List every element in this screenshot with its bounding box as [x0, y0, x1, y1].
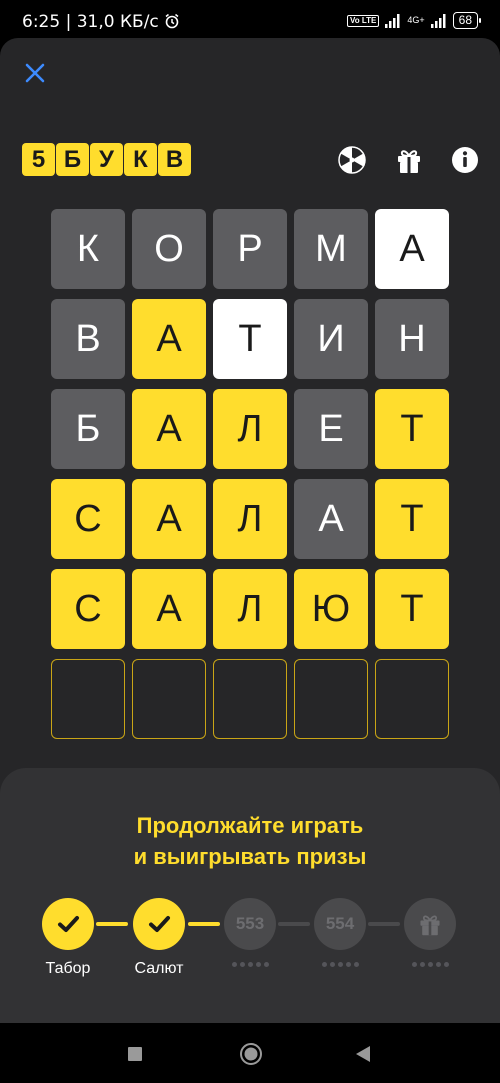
letter-tile: Т — [375, 389, 449, 469]
letter-tile: Б — [51, 389, 125, 469]
empty-tile — [213, 659, 287, 739]
step-dots — [404, 962, 456, 967]
letter-tile: А — [132, 569, 206, 649]
letter-tile: А — [375, 209, 449, 289]
check-icon — [58, 916, 79, 932]
empty-tile — [294, 659, 368, 739]
logo-letter: К — [124, 143, 157, 176]
step-node-553: 553 — [224, 898, 276, 950]
back-icon — [356, 1046, 370, 1062]
letter-tile: И — [294, 299, 368, 379]
gift-icon — [420, 915, 440, 936]
home-icon — [240, 1043, 262, 1065]
letter-tile: Т — [375, 569, 449, 649]
letter-tile: Т — [213, 299, 287, 379]
letter-tile: А — [132, 479, 206, 559]
status-time-speed: 6:25 | 31,0 КБ/с — [22, 12, 180, 32]
step-dots — [314, 962, 366, 967]
logo-letter: У — [90, 143, 123, 176]
empty-tile — [132, 659, 206, 739]
wheel-button[interactable] — [337, 145, 367, 175]
volte-badge: Vo LTE — [347, 14, 380, 27]
logo-letter: Б — [56, 143, 89, 176]
info-icon — [452, 147, 478, 173]
letter-tile: О — [132, 209, 206, 289]
step-number: 553 — [235, 914, 265, 933]
step-number: 554 — [325, 914, 355, 933]
system-nav-bar — [0, 1023, 500, 1083]
signal-icon-2 — [430, 13, 446, 28]
progress-link — [188, 922, 220, 926]
letter-tile: М — [294, 209, 368, 289]
sheet-title: Продолжайте играть и выигрывать призы — [0, 810, 500, 872]
recent-apps-icon — [128, 1047, 142, 1061]
status-time-text: 6:25 | 31,0 КБ/с — [22, 12, 159, 32]
sheet-title-line1: Продолжайте играть — [136, 813, 364, 838]
step-dots — [224, 962, 276, 967]
logo-letter: 5 — [22, 143, 55, 176]
home-button[interactable] — [239, 1042, 263, 1071]
gift-icon — [398, 150, 420, 173]
status-indicators: Vo LTE 4G+ 68 — [347, 12, 482, 29]
letter-tile: Т — [375, 479, 449, 559]
alarm-icon — [165, 13, 179, 29]
step-label: Табор — [45, 960, 91, 977]
letter-tile: Р — [213, 209, 287, 289]
letter-tile: А — [132, 389, 206, 469]
step-node-salyut[interactable] — [133, 898, 185, 950]
letter-tile: С — [51, 479, 125, 559]
letter-tile: К — [51, 209, 125, 289]
info-button[interactable] — [450, 145, 480, 175]
close-icon — [25, 63, 45, 83]
status-bar: 6:25 | 31,0 КБ/с Vo LTE 4G+ 68 — [0, 0, 500, 40]
letter-tile: Н — [375, 299, 449, 379]
progress-link — [278, 922, 310, 926]
gift-button[interactable] — [394, 145, 424, 175]
sheet-title-line2: и выигрывать призы — [133, 844, 367, 869]
logo-letter: В — [158, 143, 191, 176]
step-node-gift — [404, 898, 456, 950]
empty-tile — [51, 659, 125, 739]
letter-tile: Л — [213, 479, 287, 559]
progress-track: Табор Салют 553 554 — [0, 898, 500, 1008]
letter-tile: Ю — [294, 569, 368, 649]
battery-indicator: 68 — [452, 12, 482, 29]
network-type: 4G+ — [407, 15, 425, 25]
recent-apps-button[interactable] — [128, 1047, 142, 1066]
signal-icon — [385, 13, 400, 28]
letter-tile: Е — [294, 389, 368, 469]
letter-tile: Л — [213, 569, 287, 649]
letter-tile: С — [51, 569, 125, 649]
wheel-icon — [338, 146, 366, 174]
step-node-tabor[interactable] — [42, 898, 94, 950]
word-board: КОРМАВАТИНБАЛЕТСАЛАТСАЛЮТ — [51, 209, 449, 739]
letter-tile: В — [51, 299, 125, 379]
letter-tile: А — [294, 479, 368, 559]
check-icon — [149, 916, 170, 932]
progress-link — [368, 922, 400, 926]
step-label: Салют — [134, 960, 184, 977]
back-button[interactable] — [355, 1045, 371, 1068]
game-screen: 5 Б У К В КОРМАВАТИНБАЛЕТСАЛА Т С А Л Ю … — [0, 38, 500, 1023]
logo-5-bukv: 5 Б У К В — [22, 143, 191, 176]
prizes-sheet: Продолжайте играть и выигрывать призы Та… — [0, 768, 500, 1023]
step-node-554: 554 — [314, 898, 366, 950]
close-button[interactable] — [22, 60, 48, 86]
letter-tile: А — [132, 299, 206, 379]
letter-tile: Л — [213, 389, 287, 469]
empty-tile — [375, 659, 449, 739]
progress-link — [96, 922, 128, 926]
